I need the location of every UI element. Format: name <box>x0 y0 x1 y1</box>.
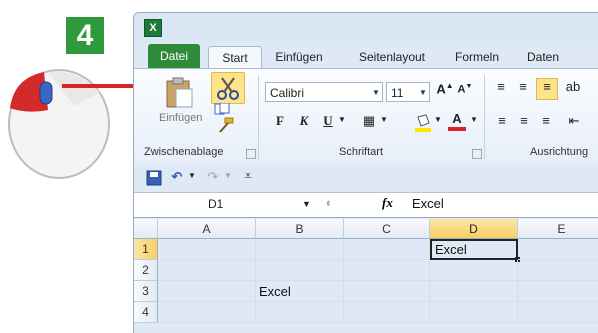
italic-button[interactable]: K <box>296 113 312 129</box>
align-right-icon[interactable]: ≡ <box>538 113 554 128</box>
underline-button[interactable]: U <box>320 113 336 129</box>
customize-toolbar-icon[interactable]: ⩡ <box>242 168 254 184</box>
text-orientation-icon[interactable]: ab <box>562 79 584 94</box>
cell-c3[interactable] <box>344 281 430 302</box>
redo-icon[interactable]: ↷ <box>204 169 222 185</box>
cell-e4[interactable] <box>518 302 598 323</box>
tab-formeln[interactable]: Formeln <box>450 46 504 68</box>
formula-input[interactable]: Excel <box>412 196 444 211</box>
group-divider <box>484 75 485 159</box>
borders-icon[interactable]: ▦ <box>360 113 378 129</box>
column-header-b[interactable]: B <box>256 219 344 239</box>
insert-function-icon[interactable]: fx <box>382 195 393 211</box>
fill-color-icon[interactable] <box>414 113 432 133</box>
cell-c4[interactable] <box>344 302 430 323</box>
align-left-icon[interactable]: ≡ <box>494 113 510 128</box>
cell-a4[interactable] <box>158 302 256 323</box>
cell-e2[interactable] <box>518 260 598 281</box>
row-header-2[interactable]: 2 <box>134 260 158 281</box>
chevron-down-icon[interactable]: ▼ <box>380 115 388 124</box>
column-header-e[interactable]: E <box>518 219 598 239</box>
shrink-font-icon[interactable]: A▼ <box>456 83 474 96</box>
cut-button[interactable] <box>211 72 245 104</box>
row-header-1[interactable]: 1 <box>134 239 158 260</box>
cell-a3[interactable] <box>158 281 256 302</box>
group-divider <box>258 75 259 159</box>
cell-a1[interactable] <box>158 239 256 260</box>
align-center-icon[interactable]: ≡ <box>516 113 532 128</box>
undo-icon[interactable]: ↶ <box>168 169 186 185</box>
chevron-down-icon[interactable]: ▼ <box>470 115 478 124</box>
cell-d2[interactable] <box>430 260 518 281</box>
align-top-icon[interactable]: ≡ <box>492 79 510 94</box>
copy-icon[interactable] <box>214 103 232 115</box>
worksheet-grid: A B C D E 1 2 3 4 Excel Excel <box>134 219 598 333</box>
cell-b3[interactable]: Excel <box>256 281 344 302</box>
format-painter-icon[interactable] <box>216 117 234 133</box>
name-box-value: D1 <box>208 197 224 211</box>
excel-window: X Datei Start Einfügen Seitenlayout Form… <box>133 12 598 333</box>
chevron-down-icon[interactable]: ▼ <box>302 195 311 214</box>
row-header-4[interactable]: 4 <box>134 302 158 323</box>
cell-d4[interactable] <box>430 302 518 323</box>
clipboard-launcher-icon[interactable] <box>246 149 256 159</box>
step-number-badge: 4 <box>66 17 104 54</box>
alignment-group-label: Ausrichtung <box>530 146 589 158</box>
cell-c1[interactable] <box>344 239 430 260</box>
ribbon-tabs: Datei Start Einfügen Seitenlayout Formel… <box>134 43 598 69</box>
tab-seitenlayout[interactable]: Seitenlayout <box>344 46 440 68</box>
font-size-value: 11 <box>391 86 404 100</box>
name-box[interactable]: D1 ▼ <box>138 195 311 214</box>
column-header-d[interactable]: D <box>430 219 518 239</box>
font-launcher-icon[interactable] <box>472 149 482 159</box>
tab-daten[interactable]: Daten <box>520 46 566 68</box>
title-bar: X <box>134 13 598 41</box>
row-header-3[interactable]: 3 <box>134 281 158 302</box>
font-name-combo[interactable]: Calibri ▼ <box>265 82 383 102</box>
cell-b2[interactable] <box>256 260 344 281</box>
save-icon[interactable] <box>146 170 162 186</box>
tab-einfuegen[interactable]: Einfügen <box>268 46 330 68</box>
chevron-down-icon[interactable]: ▼ <box>370 83 382 101</box>
grow-font-icon[interactable]: A▲ <box>436 81 454 96</box>
cell-a2[interactable] <box>158 260 256 281</box>
font-size-combo[interactable]: 11 ▼ <box>386 82 430 102</box>
cell-b4[interactable] <box>256 302 344 323</box>
decrease-indent-icon[interactable]: ⇤ <box>566 113 582 129</box>
select-all-corner[interactable] <box>134 219 158 239</box>
cell-b1[interactable] <box>256 239 344 260</box>
cell-c2[interactable] <box>344 260 430 281</box>
cell-d1[interactable]: Excel <box>430 239 518 260</box>
align-middle-icon[interactable]: ≡ <box>514 79 532 94</box>
align-bottom-icon[interactable]: ≡ <box>536 78 558 100</box>
excel-app-icon[interactable]: X <box>144 19 162 37</box>
scissors-icon <box>217 77 239 100</box>
cell-e3[interactable] <box>518 281 598 302</box>
paste-icon[interactable] <box>164 77 194 109</box>
font-color-icon[interactable]: A <box>448 111 466 131</box>
chevron-down-icon[interactable]: ▼ <box>224 171 232 180</box>
font-group-label: Schriftart <box>339 146 384 158</box>
cell-d3[interactable] <box>430 281 518 302</box>
cell-e1[interactable] <box>518 239 598 260</box>
quick-access-toolbar: ↶ ▼ ↷ ▼ ⩡ <box>134 164 598 193</box>
formula-resize-handle[interactable]: ◖ <box>318 195 338 210</box>
ribbon-start: Einfügen Zwischenablage Calibri ▼ 11 ▼ A… <box>134 68 598 165</box>
tab-datei[interactable]: Datei <box>148 44 200 68</box>
chevron-down-icon[interactable]: ▼ <box>338 115 346 124</box>
paste-button-label[interactable]: Einfügen <box>159 112 202 124</box>
column-header-a[interactable]: A <box>158 219 256 239</box>
chevron-down-icon[interactable]: ▼ <box>434 115 442 124</box>
tab-start[interactable]: Start <box>208 46 262 69</box>
clipboard-group-label: Zwischenablage <box>144 146 224 158</box>
bold-button[interactable]: F <box>272 113 288 129</box>
formula-bar: D1 ▼ ◖ fx Excel <box>134 193 598 218</box>
chevron-down-icon[interactable]: ▼ <box>188 171 196 180</box>
chevron-down-icon[interactable]: ▼ <box>417 83 429 101</box>
font-name-value: Calibri <box>270 86 305 100</box>
column-header-c[interactable]: C <box>344 219 430 239</box>
